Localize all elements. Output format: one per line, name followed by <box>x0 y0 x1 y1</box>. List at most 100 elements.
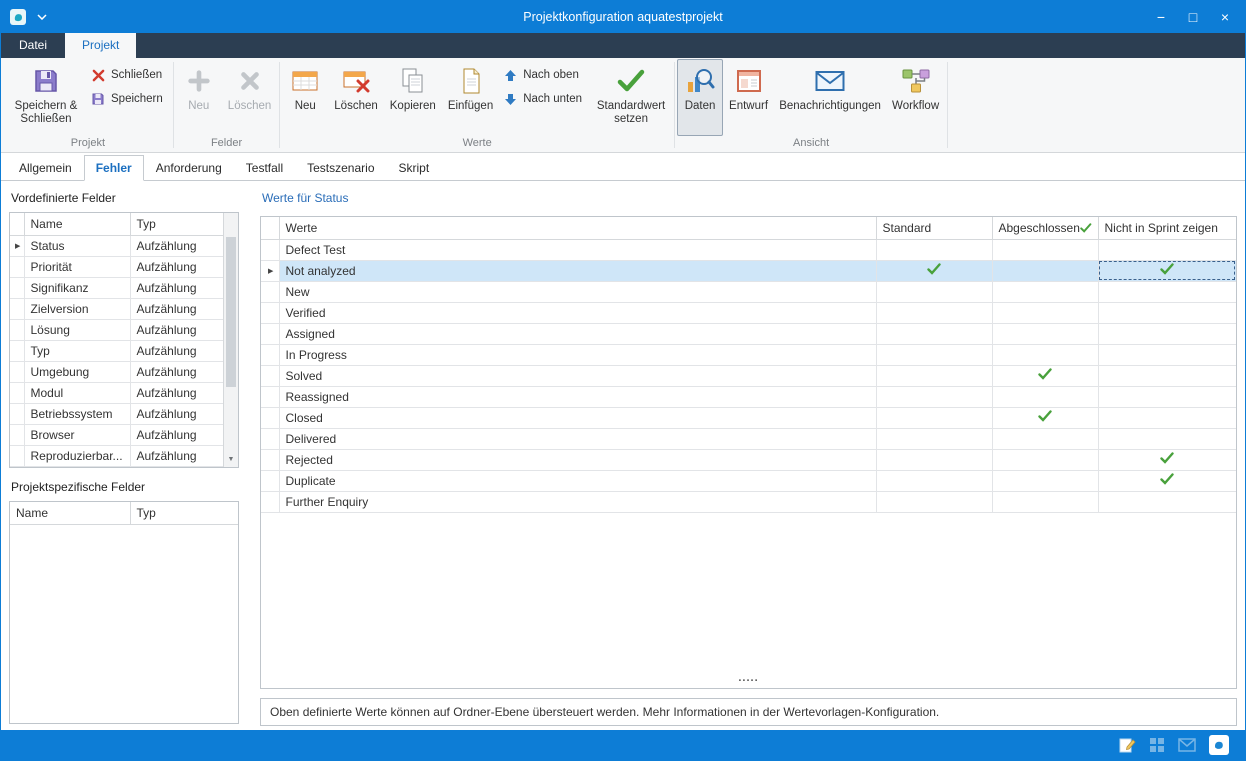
cell-name[interactable]: Typ <box>24 340 130 361</box>
cell-nicht-in-sprint[interactable] <box>1098 281 1236 302</box>
move-up-button[interactable]: Nach oben <box>499 65 590 85</box>
value-row[interactable]: New <box>261 281 1236 302</box>
cell-standard[interactable] <box>876 323 992 344</box>
value-row[interactable]: Assigned <box>261 323 1236 344</box>
cell-name[interactable]: Zielversion <box>24 298 130 319</box>
cell-nicht-in-sprint[interactable] <box>1098 260 1236 281</box>
field-row[interactable]: BrowserAufzählung <box>10 424 223 445</box>
cell-name[interactable]: Betriebssystem <box>24 403 130 424</box>
field-row[interactable]: Reproduzierbar...Aufzählung <box>10 445 223 466</box>
field-row[interactable]: TypAufzählung <box>10 340 223 361</box>
cell-abgeschlossen[interactable] <box>992 428 1098 449</box>
cell-nicht-in-sprint[interactable] <box>1098 470 1236 491</box>
value-row[interactable]: Duplicate <box>261 470 1236 491</box>
cell-nicht-in-sprint[interactable] <box>1098 491 1236 512</box>
close-button[interactable]: × <box>1209 4 1241 30</box>
cell-abgeschlossen[interactable] <box>992 491 1098 512</box>
cell-standard[interactable] <box>876 491 992 512</box>
cell-typ[interactable]: Aufzählung <box>130 277 223 298</box>
cell-abgeschlossen[interactable] <box>992 281 1098 302</box>
field-row[interactable]: ZielversionAufzählung <box>10 298 223 319</box>
cell-abgeschlossen[interactable] <box>992 323 1098 344</box>
cell-typ[interactable]: Aufzählung <box>130 340 223 361</box>
cell-typ[interactable]: Aufzählung <box>130 319 223 340</box>
cell-abgeschlossen[interactable] <box>992 386 1098 407</box>
cell-nicht-in-sprint[interactable] <box>1098 344 1236 365</box>
close-project-button[interactable]: Schließen <box>87 65 171 85</box>
column-header-nicht-in-sprint[interactable]: Nicht in Sprint zeigen <box>1098 217 1236 239</box>
scrollbar[interactable]: ▼ <box>223 213 238 467</box>
cell-abgeschlossen[interactable] <box>992 260 1098 281</box>
maximize-button[interactable]: □ <box>1177 4 1209 30</box>
move-down-button[interactable]: Nach unten <box>499 89 590 109</box>
cell-standard[interactable] <box>876 302 992 323</box>
view-data-button[interactable]: Daten <box>677 59 723 136</box>
cell-name[interactable]: Lösung <box>24 319 130 340</box>
cell-name[interactable]: Signifikanz <box>24 277 130 298</box>
value-row[interactable]: Further Enquiry <box>261 491 1236 512</box>
cell-standard[interactable] <box>876 386 992 407</box>
value-new-button[interactable]: Neu <box>282 59 328 136</box>
cell-typ[interactable]: Aufzählung <box>130 424 223 445</box>
view-notifications-button[interactable]: Benachrichtigungen <box>774 59 886 136</box>
cell-werte[interactable]: Duplicate <box>279 470 876 491</box>
cell-nicht-in-sprint[interactable] <box>1098 302 1236 323</box>
cell-name[interactable]: Modul <box>24 382 130 403</box>
column-header-typ[interactable]: Typ <box>130 502 238 524</box>
value-row[interactable]: ▶Not analyzed <box>261 260 1236 281</box>
value-row[interactable]: Defect Test <box>261 239 1236 260</box>
page-tab-anforderung[interactable]: Anforderung <box>144 155 234 181</box>
cell-standard[interactable] <box>876 260 992 281</box>
cell-abgeschlossen[interactable] <box>992 449 1098 470</box>
paste-button[interactable]: Einfügen <box>442 59 499 136</box>
field-row[interactable]: LösungAufzählung <box>10 319 223 340</box>
cell-typ[interactable]: Aufzählung <box>130 256 223 277</box>
scroll-down-icon[interactable]: ▼ <box>224 452 238 466</box>
cell-abgeschlossen[interactable] <box>992 302 1098 323</box>
cell-abgeschlossen[interactable] <box>992 365 1098 386</box>
cell-standard[interactable] <box>876 344 992 365</box>
cell-nicht-in-sprint[interactable] <box>1098 323 1236 344</box>
field-row[interactable]: PrioritätAufzählung <box>10 256 223 277</box>
page-tab-testszenario[interactable]: Testszenario <box>295 155 386 181</box>
cell-abgeschlossen[interactable] <box>992 239 1098 260</box>
field-row[interactable]: SignifikanzAufzählung <box>10 277 223 298</box>
value-row[interactable]: Reassigned <box>261 386 1236 407</box>
set-default-button[interactable]: Standardwert setzen <box>590 59 672 136</box>
column-header-name[interactable]: Name <box>24 213 130 235</box>
value-row[interactable]: Solved <box>261 365 1236 386</box>
cell-name[interactable]: Priorität <box>24 256 130 277</box>
cell-name[interactable]: Umgebung <box>24 361 130 382</box>
cell-werte[interactable]: Reassigned <box>279 386 876 407</box>
cell-werte[interactable]: Not analyzed <box>279 260 876 281</box>
value-row[interactable]: Closed <box>261 407 1236 428</box>
cell-nicht-in-sprint[interactable] <box>1098 365 1236 386</box>
tab-projekt[interactable]: Projekt <box>65 33 136 58</box>
cell-typ[interactable]: Aufzählung <box>130 235 223 256</box>
cell-nicht-in-sprint[interactable] <box>1098 386 1236 407</box>
cell-werte[interactable]: Solved <box>279 365 876 386</box>
field-row[interactable]: ModulAufzählung <box>10 382 223 403</box>
cell-abgeschlossen[interactable] <box>992 407 1098 428</box>
mail-status-icon[interactable] <box>1178 738 1196 752</box>
column-header-abgeschlossen[interactable]: Abgeschlossen <box>992 217 1098 239</box>
cell-standard[interactable] <box>876 365 992 386</box>
page-tab-skript[interactable]: Skript <box>387 155 442 181</box>
cell-abgeschlossen[interactable] <box>992 344 1098 365</box>
cell-werte[interactable]: Assigned <box>279 323 876 344</box>
field-row[interactable]: UmgebungAufzählung <box>10 361 223 382</box>
cell-standard[interactable] <box>876 428 992 449</box>
app-logo-icon[interactable] <box>1209 735 1229 755</box>
view-workflow-button[interactable]: Workflow <box>886 59 945 136</box>
splitter-handle[interactable]: ..... <box>261 672 1236 684</box>
cell-werte[interactable]: Rejected <box>279 449 876 470</box>
cell-werte[interactable]: Delivered <box>279 428 876 449</box>
cell-typ[interactable]: Aufzählung <box>130 445 223 466</box>
tab-datei[interactable]: Datei <box>1 33 65 58</box>
cell-werte[interactable]: Defect Test <box>279 239 876 260</box>
column-header-name[interactable]: Name <box>10 502 130 524</box>
cell-werte[interactable]: Verified <box>279 302 876 323</box>
cell-standard[interactable] <box>876 281 992 302</box>
cell-werte[interactable]: Closed <box>279 407 876 428</box>
cell-typ[interactable]: Aufzählung <box>130 298 223 319</box>
